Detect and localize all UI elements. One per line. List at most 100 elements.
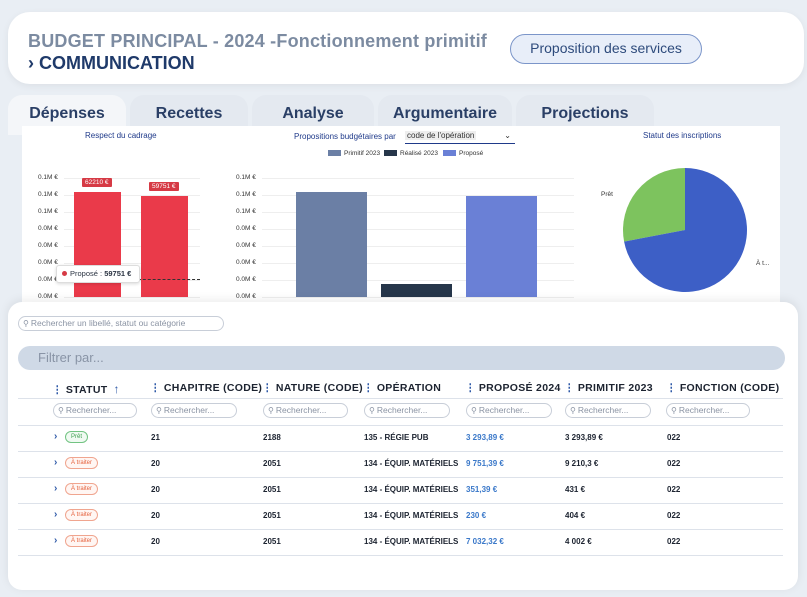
chart-tooltip: Proposé : 59751 € (56, 265, 140, 283)
status-badge: À traiter (65, 483, 99, 495)
search-placeholder: Rechercher... (163, 405, 215, 415)
search-placeholder: Rechercher... (678, 405, 730, 415)
col-search-nature[interactable]: ⚲ Rechercher... (263, 403, 348, 418)
search-icon: ⚲ (268, 406, 274, 415)
row-divider (18, 503, 783, 504)
drag-handle-icon[interactable]: ⋮ (564, 382, 575, 394)
expand-row-icon[interactable]: › (54, 535, 57, 546)
cadrage-bar-2[interactable] (141, 196, 188, 297)
col-head-primitif[interactable]: ⋮ PRIMITIF 2023 (564, 382, 653, 394)
col-search-propose[interactable]: ⚲ Rechercher... (466, 403, 552, 418)
col-search-statut[interactable]: ⚲ Rechercher... (53, 403, 137, 418)
legend-swatch (443, 150, 456, 157)
y-tick-label: 0.0M € (236, 276, 256, 283)
header-card: BUDGET PRINCIPAL - 2024 -Fonctionnement … (8, 12, 804, 84)
row-divider (18, 451, 783, 452)
search-icon: ⚲ (23, 319, 29, 328)
legend-realise[interactable]: Réalisé 2023 (384, 150, 438, 157)
cadrage-chart-title: Respect du cadrage (85, 131, 157, 140)
expand-row-icon[interactable]: › (54, 483, 57, 494)
cell-propose: 9 751,39 € (466, 459, 504, 468)
col-search-chapitre[interactable]: ⚲ Rechercher... (151, 403, 237, 418)
page-subtitle: › COMMUNICATION (28, 53, 195, 73)
expand-row-icon[interactable]: › (54, 509, 57, 520)
col-search-fonction[interactable]: ⚲ Rechercher... (666, 403, 750, 418)
row-divider (18, 477, 783, 478)
col-head-nature[interactable]: ⋮ NATURE (CODE) (262, 382, 363, 394)
y-tick-label: 0.0M € (236, 293, 256, 300)
col-head-propose[interactable]: ⋮ PROPOSÉ 2024 (465, 382, 561, 394)
search-placeholder: Rechercher... (65, 405, 117, 415)
row-divider (18, 425, 783, 426)
drag-handle-icon[interactable]: ⋮ (150, 382, 161, 394)
cell-nature: 2051 (263, 459, 281, 468)
y-tick-label: 0.1M € (236, 174, 256, 181)
bar-primitif-2023[interactable] (296, 192, 367, 297)
status-badge: Prêt (65, 431, 89, 443)
legend-swatch (328, 150, 341, 157)
global-search-input[interactable]: ⚲ Rechercher un libellé, statut ou catégo… (18, 316, 224, 331)
expand-row-icon[interactable]: › (54, 457, 57, 468)
status-badge: À traiter (65, 509, 99, 521)
bar-propose[interactable] (466, 196, 537, 297)
y-tick-label: 0.0M € (236, 259, 256, 266)
sort-up-icon[interactable]: ↑ (113, 382, 119, 396)
operation-select[interactable]: code de l'opération ⌄ (405, 130, 515, 144)
cell-propose: 230 € (466, 511, 487, 520)
proposition-services-button[interactable]: Proposition des services (510, 34, 702, 64)
col-search-primitif[interactable]: ⚲ Rechercher... (565, 403, 651, 418)
tooltip-dot (62, 271, 67, 276)
cell-propose: 7 032,32 € (466, 537, 504, 546)
cell-chapitre: 20 (151, 511, 160, 520)
col-head-operation[interactable]: ⋮ OPÉRATION (363, 382, 441, 394)
drag-handle-icon[interactable]: ⋮ (666, 382, 677, 394)
divider (18, 398, 783, 399)
chevron-down-icon: ⌄ (504, 131, 511, 140)
col-search-operation[interactable]: ⚲ Rechercher... (364, 403, 450, 418)
cell-operation: 134 - ÉQUIP. MATÉRIELS (364, 485, 459, 494)
cell-propose: 3 293,89 € (466, 433, 504, 442)
cell-nature: 2188 (263, 433, 281, 442)
pie-label-a-traiter: À t... (756, 260, 770, 267)
search-placeholder: Rechercher... (275, 405, 327, 415)
search-icon: ⚲ (471, 406, 477, 415)
cell-chapitre: 20 (151, 485, 160, 494)
col-head-fonction[interactable]: ⋮ FONCTION (CODE) (666, 382, 779, 394)
col-head-label: FONCTION (CODE) (679, 382, 780, 394)
cell-primitif: 4 002 € (565, 537, 592, 546)
cell-fonction: 022 (667, 537, 681, 546)
row-divider (18, 555, 783, 556)
col-head-chapitre[interactable]: ⋮ CHAPITRE (CODE) (150, 382, 262, 394)
col-head-label: OPÉRATION (376, 382, 442, 394)
bar-realise-2023[interactable] (381, 284, 452, 297)
cell-nature: 2051 (263, 511, 281, 520)
legend-swatch (384, 150, 397, 157)
legend-primitif[interactable]: Primitif 2023 (328, 150, 380, 157)
search-icon: ⚲ (671, 406, 677, 415)
pie-slice-pret[interactable] (623, 168, 685, 242)
statut-pie-chart (623, 168, 747, 292)
propositions-chart-title: Propositions budgétaires par (294, 132, 396, 141)
legend-propose[interactable]: Proposé (443, 150, 483, 157)
col-head-label: CHAPITRE (CODE) (163, 382, 263, 394)
cell-nature: 2051 (263, 485, 281, 494)
pie-label-pret: Prêt (601, 191, 613, 198)
drag-handle-icon[interactable]: ⋮ (363, 382, 374, 394)
col-head-label: STATUT (65, 384, 108, 396)
cell-primitif: 9 210,3 € (565, 459, 599, 468)
drag-handle-icon[interactable]: ⋮ (465, 382, 476, 394)
col-head-statut[interactable]: ⋮ STATUT ↑ (52, 382, 120, 396)
grid-line (64, 297, 200, 298)
expand-row-icon[interactable]: › (54, 431, 57, 442)
filter-bar[interactable]: Filtrer par... (18, 346, 785, 370)
drag-handle-icon[interactable]: ⋮ (52, 384, 63, 396)
cell-chapitre: 21 (151, 433, 160, 442)
y-tick-label: 0.1M € (236, 208, 256, 215)
y-tick-label: 0.1M € (38, 174, 58, 181)
y-tick-label: 0.0M € (236, 242, 256, 249)
cell-fonction: 022 (667, 433, 681, 442)
search-icon: ⚲ (58, 406, 64, 415)
cell-operation: 134 - ÉQUIP. MATÉRIELS (364, 537, 459, 546)
drag-handle-icon[interactable]: ⋮ (262, 382, 273, 394)
cell-chapitre: 20 (151, 459, 160, 468)
